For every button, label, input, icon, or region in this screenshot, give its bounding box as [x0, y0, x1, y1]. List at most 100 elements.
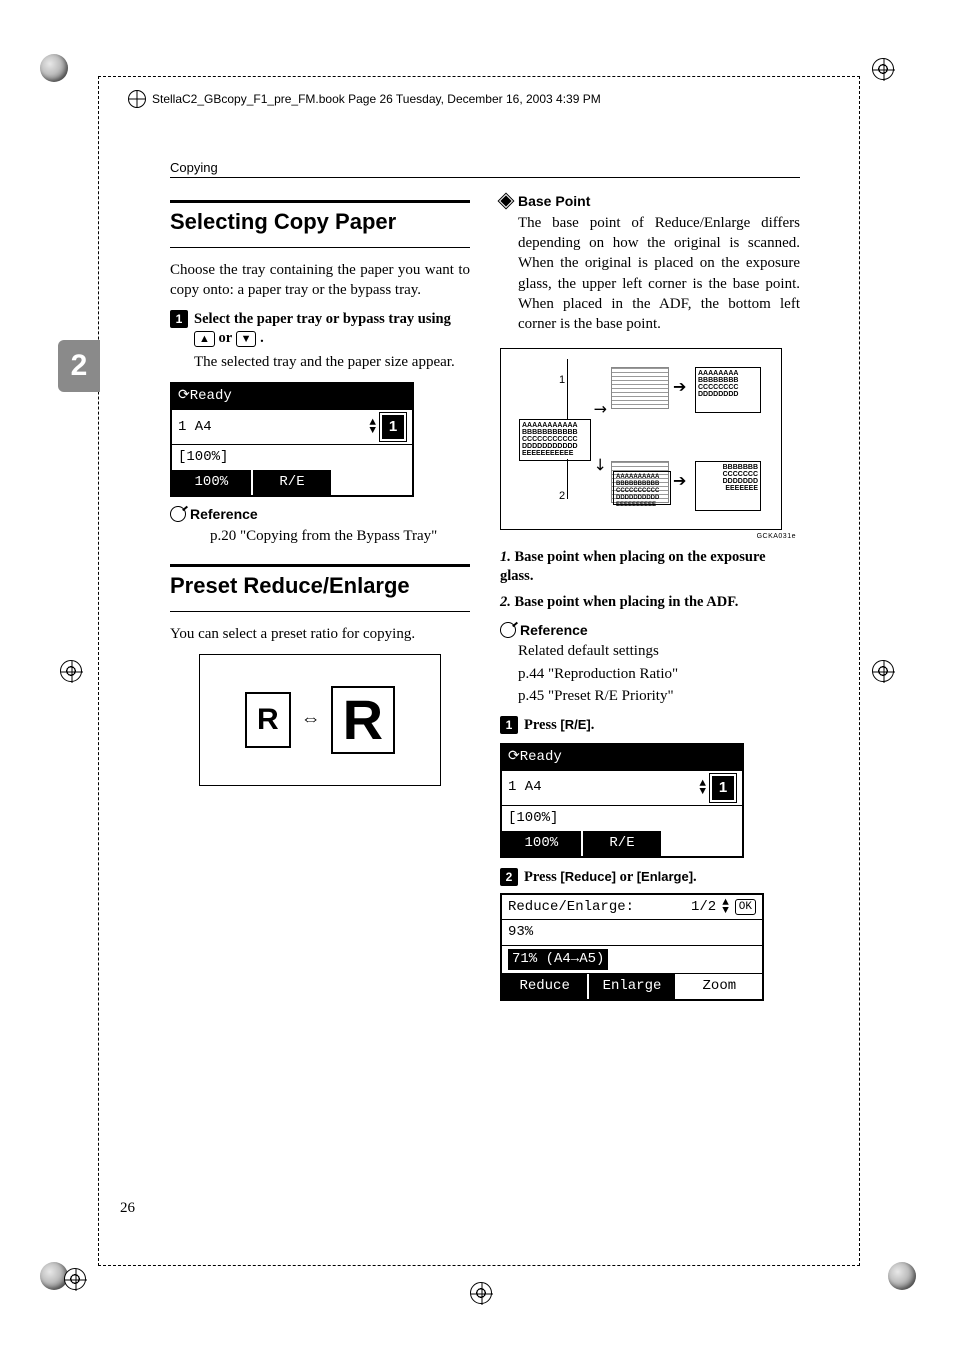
reference-label-2: Reference: [520, 621, 588, 640]
lcd1-ready-row: ⟳Ready: [172, 384, 412, 409]
lcd1-ready: Ready: [190, 388, 232, 404]
side-chapter-tab: 2: [58, 340, 100, 392]
base-point-figure: 1 2 ➔ AAAAAAAA BBBBBBBB CCCCCCCC DDDDDDD…: [500, 348, 782, 530]
lcd3-opt2-row: 71% (A4→A5): [502, 945, 762, 973]
page-number: 26: [120, 1200, 135, 1217]
running-head: StellaC2_GBcopy_F1_pre_FM.book Page 26 T…: [128, 90, 601, 108]
figure-label-1: 1: [559, 373, 565, 388]
lcd1-tray: 1 A4: [178, 418, 212, 437]
lcd3-page-indicator: 1/2: [691, 898, 716, 917]
lcd3-opt2-selected: 71% (A4→A5): [508, 949, 608, 970]
updown-arrows-icon: ▲▼: [369, 419, 376, 435]
section-rule: [170, 177, 800, 178]
enlarge-key-label: [Enlarge]: [637, 869, 693, 884]
base-point-heading: Base Point: [500, 192, 800, 211]
fig-sheet-m: AAAAAAAAAAA BBBBBBBBBBB CCCCCCCCCCC DDDD…: [519, 419, 591, 461]
preset-step-2-pre: Press: [524, 869, 560, 885]
figure-note-2: 2. Base point when placing in the ADF.: [500, 593, 800, 613]
lcd3-title-row: Reduce/Enlarge: 1/2 ▲▼ OK: [502, 895, 762, 920]
fig-sheet-1a: [611, 367, 669, 409]
lcd3-footer: Reduce Enlarge Zoom: [502, 973, 762, 999]
heading-preset-block: Preset Reduce/Enlarge: [170, 564, 470, 612]
arrow-right-icon-1: ➔: [673, 377, 686, 399]
updown-arrows-icon-2: ▲▼: [699, 780, 706, 796]
fig-sheet-2a-text: AAAAAAAAAA BBBBBBBBBB CCCCCCCCCC DDDDDDD…: [613, 471, 671, 505]
preset-step-1: 1 Press [R/E].: [500, 716, 800, 735]
figure-note-2-text: Base point when placing in the ADF.: [515, 594, 739, 610]
heading-selecting-copy-paper-block: Selecting Copy Paper: [170, 200, 470, 248]
preset-step-2-text: Press [Reduce] or [Enlarge].: [524, 868, 697, 887]
figure-caption: GCKA031e: [500, 532, 800, 541]
crop-mark-tr-cross: [873, 59, 895, 81]
lcd1-tray-row: 1 A4 ▲▼ 1: [172, 409, 412, 444]
reduce-enlarge-diagram: R ⇔ R: [199, 654, 441, 786]
step-number-1-icon-b: 1: [500, 716, 518, 734]
scp-step-1-pre: Select the paper tray or bypass tray usi…: [194, 311, 451, 327]
lcd3-foot-enlarge: Enlarge: [589, 974, 676, 999]
lcd3-title-left: Reduce/Enlarge:: [508, 898, 634, 917]
down-arrow-key: ▼: [236, 331, 257, 347]
side-chapter-number: 2: [71, 349, 88, 383]
lcd2-ratio-row: [100%]: [502, 805, 742, 831]
up-arrow-key: ▲: [194, 331, 215, 347]
crop-mark-mr-cross: [873, 661, 895, 683]
scp-intro: Choose the tray containing the paper you…: [170, 260, 470, 301]
figure-note-2-num: 2.: [500, 594, 511, 610]
preset-intro: You can select a preset ratio for copyin…: [170, 624, 470, 644]
figure-note-1-text: Base point when placing on the exposure …: [500, 549, 766, 585]
r-small-box: R: [245, 692, 291, 749]
lcd2-footer: 100% R/E: [502, 831, 742, 856]
lcd-display-2: ⟳Ready 1 A4 ▲▼ 1 [100%] 100% R/E: [500, 743, 744, 858]
reference-list-2: Related default settings p.44 "Reproduct…: [518, 641, 800, 706]
lcd2-ratio: [100%]: [508, 809, 558, 828]
running-head-text: StellaC2_GBcopy_F1_pre_FM.book Page 26 T…: [152, 92, 601, 106]
step-number-1-icon: 1: [170, 310, 188, 328]
reference-heading-2: Reference: [500, 621, 800, 640]
reference-label-1: Reference: [190, 505, 258, 524]
lcd2-tray: 1 A4: [508, 778, 542, 797]
crop-mark-br-sphere: [888, 1262, 916, 1290]
base-point-text: The base point of Reduce/Enlarge differs…: [518, 213, 800, 335]
heading-preset-reduce-enlarge: Preset Reduce/Enlarge: [170, 571, 470, 601]
re-key-label: [R/E]: [560, 717, 590, 732]
lcd2-foot-mid: R/E: [583, 831, 664, 856]
scp-step-1: 1 Select the paper tray or bypass tray u…: [170, 310, 470, 348]
crop-mark-bl-cross: [65, 1269, 87, 1291]
reference-icon-2: [497, 619, 520, 642]
lcd3-foot-reduce: Reduce: [502, 974, 589, 999]
right-column: Base Point The base point of Reduce/Enla…: [500, 192, 800, 1007]
lcd2-ready-row: ⟳Ready: [502, 745, 742, 770]
arrow-right-icon-2: ➔: [673, 471, 686, 493]
lcd-display-3: Reduce/Enlarge: 1/2 ▲▼ OK 93% 71% (A4→A5…: [500, 893, 764, 1002]
scp-step-1-text: Select the paper tray or bypass tray usi…: [194, 310, 470, 348]
preset-step-2-mid: or: [616, 869, 637, 885]
heading-selecting-copy-paper: Selecting Copy Paper: [170, 207, 470, 237]
lcd1-footer: 100% R/E: [172, 470, 412, 495]
reference-text-1: p.20 "Copying from the Bypass Tray": [210, 526, 470, 546]
scp-step-1-result: The selected tray and the paper size app…: [194, 352, 470, 372]
double-arrow-icon: ⇔: [301, 706, 321, 733]
fig-sheet-1b: AAAAAAAA BBBBBBBB CCCCCCCC DDDDDDDD: [695, 367, 761, 413]
section-label: Copying: [170, 160, 800, 175]
ref2-line-0: Related default settings: [518, 641, 800, 661]
preset-step-1-text: Press [R/E].: [524, 716, 594, 735]
lcd3-foot-zoom: Zoom: [677, 974, 762, 999]
register-mark-icon: [128, 90, 146, 108]
lcd1-ratio: [100%]: [178, 448, 228, 467]
preset-step-1-post: .: [591, 717, 595, 733]
lcd3-opt1-row: 93%: [502, 919, 762, 945]
reference-icon: [167, 503, 190, 526]
scp-step-1-post: .: [260, 330, 264, 346]
preset-step-2: 2 Press [Reduce] or [Enlarge].: [500, 868, 800, 887]
ref2-line-2: p.45 "Preset R/E Priority": [518, 686, 800, 706]
base-point-label: Base Point: [518, 192, 590, 211]
r-large-box: R: [331, 686, 395, 754]
lcd2-foot-blank: [663, 831, 742, 856]
copies-badge-2: 1: [710, 774, 736, 802]
diagonal-arrow-icon-1: ↗: [587, 398, 612, 423]
diagonal-arrow-icon-2: ↗: [587, 452, 612, 477]
lcd1-foot-left: 100%: [172, 470, 253, 495]
crop-mark-bc-cross: [471, 1283, 493, 1305]
figure-leader-2: [567, 459, 568, 499]
preset-step-2-post: .: [693, 869, 697, 885]
